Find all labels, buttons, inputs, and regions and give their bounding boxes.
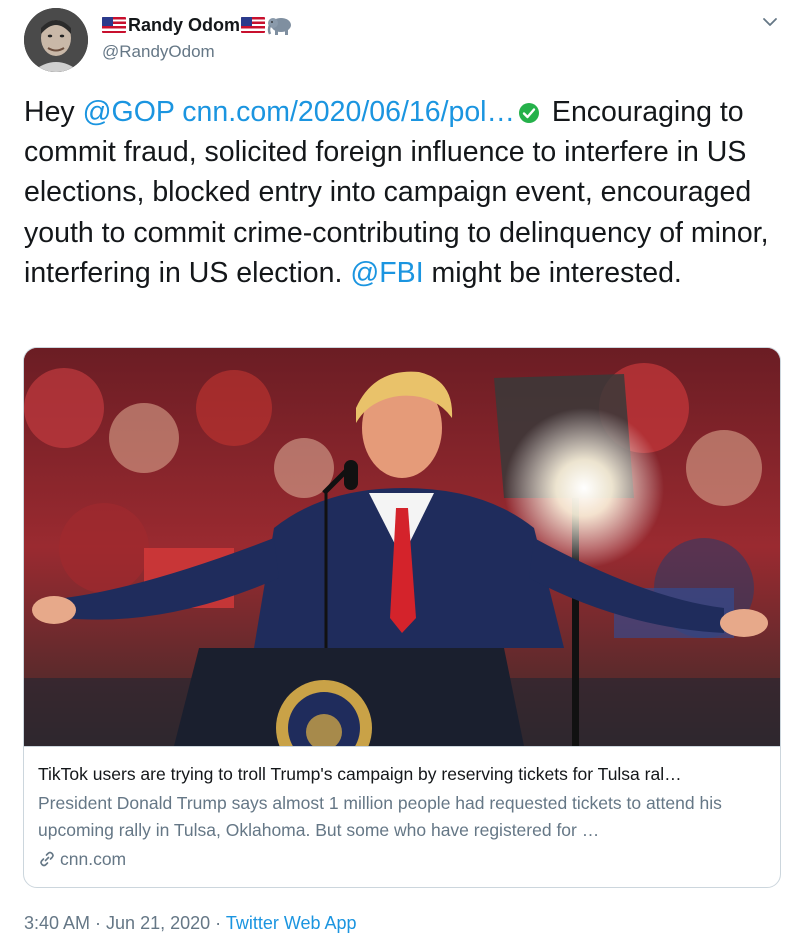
tweet-date[interactable]: Jun 21, 2020: [106, 913, 210, 933]
tweet: Randy Odom @RandyOdom Hey @GOP cnn.com/2…: [0, 0, 804, 937]
card-domain[interactable]: cnn.com: [60, 846, 126, 872]
tweet-text: Hey @GOP cnn.com/2020/06/16/pol… Encoura…: [24, 92, 784, 293]
tweet-time[interactable]: 3:40 AM: [24, 913, 90, 933]
tweet-meta: 3:40 AM · Jun 21, 2020 · Twitter Web App: [24, 910, 357, 936]
card-domain-row[interactable]: cnn.com: [38, 846, 768, 872]
elephant-icon: [267, 18, 292, 35]
tweet-body-2: might be interested.: [431, 256, 682, 289]
link-icon: [40, 851, 54, 867]
avatar[interactable]: [24, 8, 88, 72]
display-name[interactable]: Randy Odom: [128, 12, 240, 38]
avatar-image: [24, 8, 88, 72]
check-icon: [519, 103, 540, 123]
article-link[interactable]: cnn.com/2020/06/16/pol…: [182, 96, 515, 128]
mention-fbi-link[interactable]: @FBI: [350, 257, 423, 289]
chevron-down-icon[interactable]: [762, 14, 778, 30]
card-divider: [24, 746, 780, 747]
meta-separator: ·: [210, 913, 226, 933]
tweet-source-link[interactable]: Twitter Web App: [226, 913, 357, 933]
card-title[interactable]: TikTok users are trying to troll Trump's…: [38, 762, 768, 786]
link-card[interactable]: TikTok users are trying to troll Trump's…: [23, 347, 781, 888]
photo-rally-speaker: [24, 348, 780, 746]
handle[interactable]: @RandyOdom: [102, 40, 293, 64]
us-flag-icon: [241, 17, 266, 33]
card-image[interactable]: [24, 348, 780, 746]
author-block: Randy Odom @RandyOdom: [102, 12, 293, 64]
us-flag-icon: [102, 17, 126, 33]
tweet-greeting: Hey: [24, 96, 75, 128]
card-body: TikTok users are trying to troll Trump's…: [38, 762, 768, 872]
display-name-row[interactable]: Randy Odom: [102, 12, 293, 38]
mention-gop-link[interactable]: @GOP: [83, 96, 175, 128]
meta-separator: ·: [90, 913, 107, 933]
card-description: President Donald Trump says almost 1 mil…: [38, 793, 722, 840]
